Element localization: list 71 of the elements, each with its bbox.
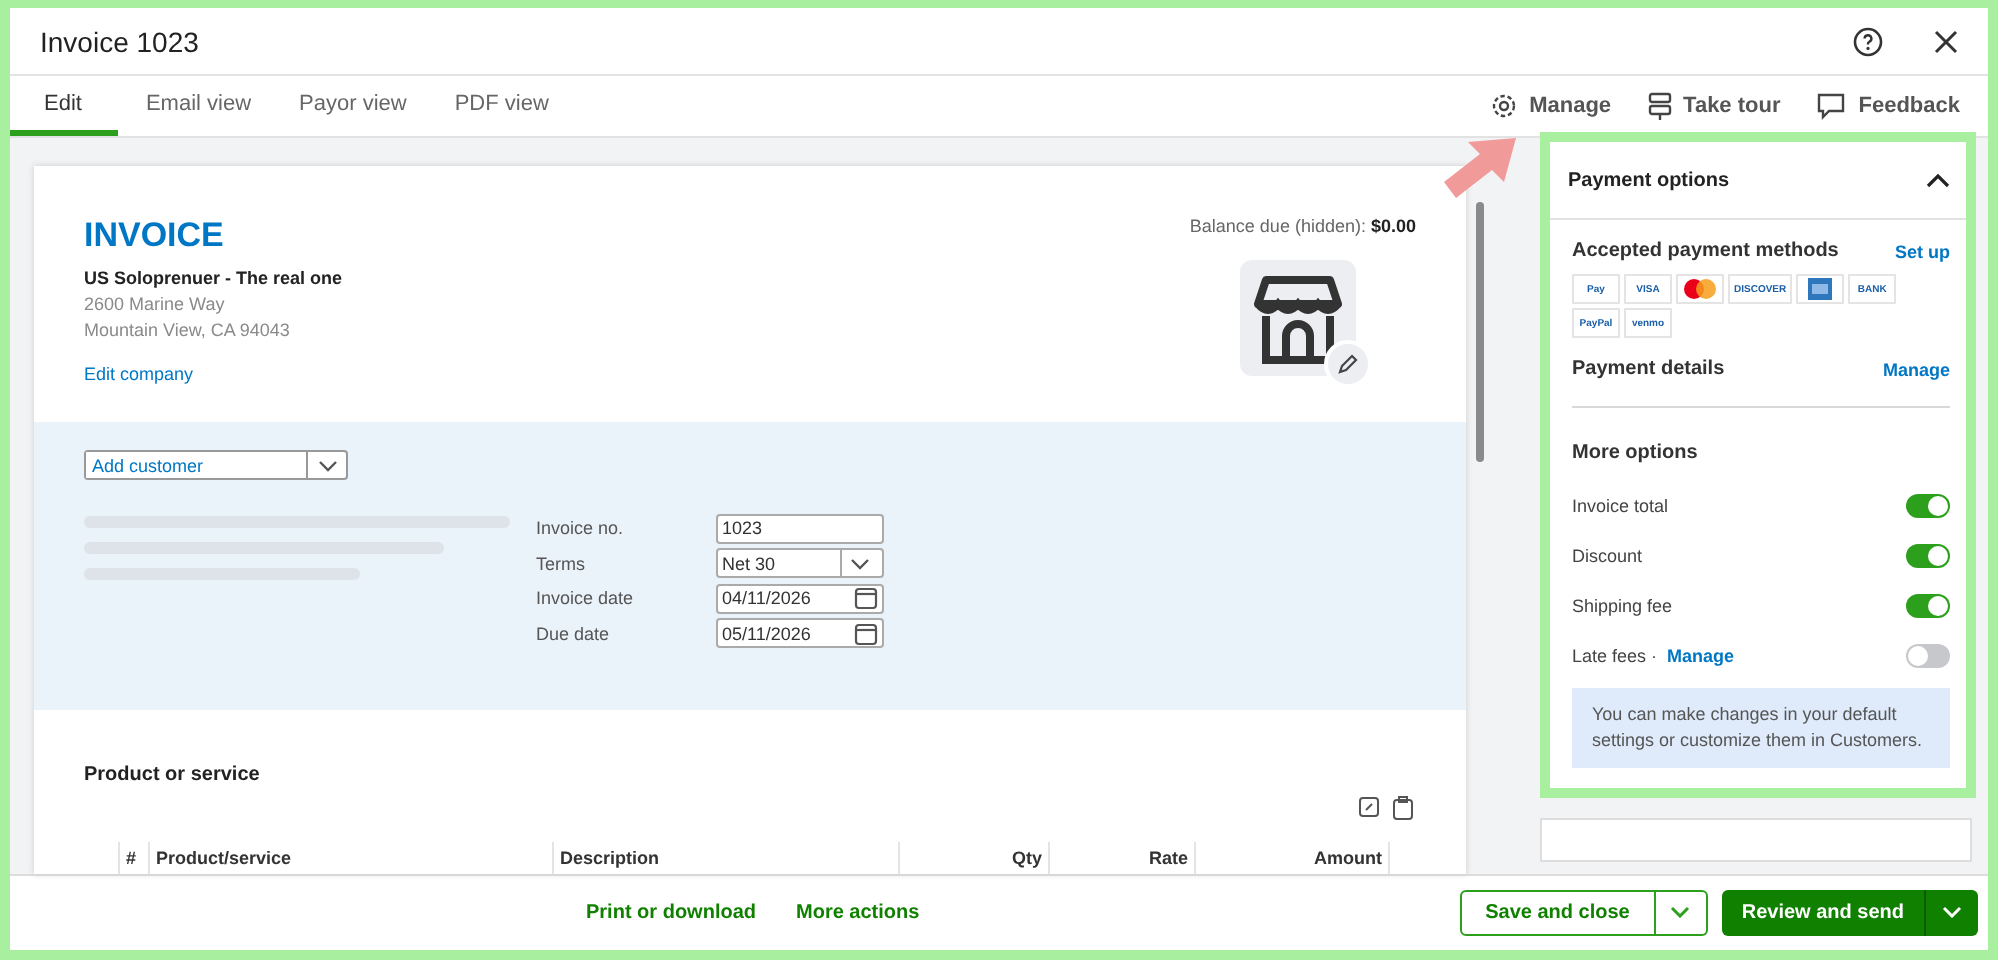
balance-due: Balance due (hidden): $0.00	[1189, 216, 1416, 236]
speech-bubble-icon	[1816, 92, 1847, 120]
caret-icon	[1670, 906, 1691, 918]
set-up-link[interactable]: Set up	[1894, 241, 1950, 261]
toggle-switch[interactable]	[1906, 543, 1950, 567]
column-header: Description	[552, 842, 898, 874]
help-icon[interactable]	[1852, 25, 1884, 57]
tab[interactable]: PDF view	[434, 76, 569, 136]
review-and-send-button[interactable]: Review and send	[1721, 890, 1926, 936]
toggle-switch[interactable]	[1906, 643, 1950, 667]
section-title: Accepted payment methods	[1572, 240, 1839, 262]
pointer-arrow	[1440, 134, 1520, 202]
footer-link[interactable]: More actions	[796, 902, 920, 924]
chevron-icon[interactable]	[1926, 172, 1950, 188]
caret-icon	[850, 557, 870, 570]
calendar-icon[interactable]	[854, 586, 878, 611]
save-and-close-button[interactable]: Save and close	[1459, 890, 1656, 936]
panel-title: Payment options	[1568, 169, 1730, 191]
toolbar-button[interactable]: Take tour	[1647, 76, 1781, 136]
edit-company-link[interactable]: Edit company	[84, 364, 343, 384]
calendar-icon[interactable]	[854, 621, 878, 646]
scrollbar-thumb[interactable]	[1476, 202, 1484, 462]
field-label: Invoice date	[536, 588, 636, 609]
column-header: Amount	[1194, 842, 1388, 874]
option-label: Shipping fee	[1572, 595, 1673, 615]
store-logo-placeholder[interactable]	[1240, 260, 1356, 376]
input-field[interactable]: 04/11/2026	[716, 583, 884, 614]
column-header: Product/service	[148, 842, 552, 874]
footer-link[interactable]: Print or download	[586, 902, 756, 924]
customer-dropdown[interactable]: Add customer	[84, 450, 348, 481]
dropdown-button[interactable]	[1655, 890, 1708, 936]
company-name: US Soloprenuer - The real one	[84, 268, 343, 288]
manage-link[interactable]: Manage	[1882, 359, 1950, 379]
company-address: Mountain View, CA 94043	[84, 320, 292, 340]
input-field[interactable]: 1023	[716, 513, 884, 544]
toggle-switch[interactable]	[1906, 593, 1950, 617]
caret-icon	[1942, 906, 1962, 918]
tab[interactable]: Email view	[125, 76, 272, 136]
column-header: Rate	[1048, 842, 1194, 874]
manage-link[interactable]: Manage	[1667, 645, 1735, 665]
tab[interactable]: Payor view	[279, 76, 427, 136]
column-header: Qty	[898, 842, 1048, 874]
input-field[interactable]: Net 30	[716, 548, 884, 579]
field-label: Terms	[536, 553, 587, 574]
caret-icon	[317, 459, 337, 472]
signpost-icon	[1647, 92, 1672, 120]
field-label: Invoice no.	[536, 518, 626, 539]
window-title: Invoice 1023	[40, 25, 199, 57]
invoice-heading: INVOICE	[84, 216, 226, 256]
payment-method-logo	[1796, 274, 1845, 304]
section-title: More options	[1572, 442, 1700, 464]
payment-method-logo	[1676, 274, 1724, 304]
storefront-icon	[1254, 272, 1342, 364]
gear-icon	[1489, 92, 1518, 120]
toolbar-button[interactable]: Manage	[1489, 76, 1612, 136]
info-note: You can make changes in your default settings or customize them in Customers.	[1572, 688, 1950, 768]
clipboard-icon[interactable]	[1392, 796, 1414, 820]
option-label: Discount	[1572, 545, 1643, 565]
option-label: Late fees ·	[1572, 645, 1658, 665]
input-field[interactable]: 05/11/2026	[716, 618, 884, 649]
close-icon[interactable]	[1932, 27, 1960, 55]
toggle-switch[interactable]	[1906, 493, 1950, 517]
section-title: Payment details	[1572, 358, 1725, 380]
company-address: 2600 Marine Way	[84, 294, 227, 314]
option-label: Invoice total	[1572, 495, 1669, 515]
edit-document-icon[interactable]	[1358, 796, 1380, 818]
column-header: #	[118, 842, 148, 874]
field-label: Due date	[536, 623, 612, 644]
toolbar-button[interactable]: Feedback	[1816, 76, 1960, 136]
dropdown-button[interactable]	[1926, 890, 1978, 936]
section-title: Product or service	[84, 764, 260, 786]
